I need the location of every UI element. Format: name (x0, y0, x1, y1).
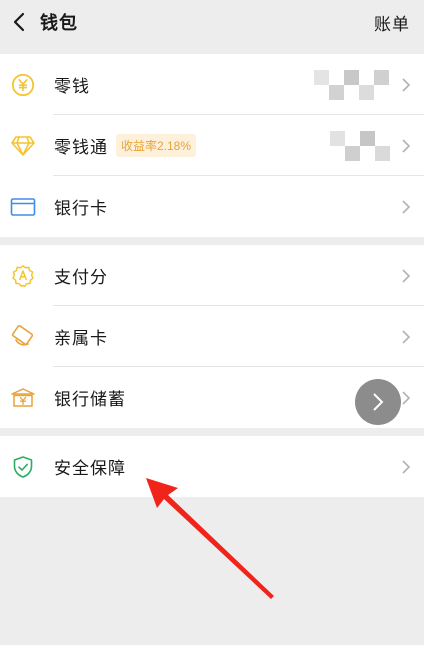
chevron-right-icon (400, 458, 412, 476)
row-pay-score[interactable]: 支付分 (0, 245, 424, 306)
security-label: 安全保障 (54, 459, 126, 478)
change-label: 零钱 (54, 77, 90, 96)
row-licaitong[interactable]: 零钱通 收益率2.18% (0, 115, 424, 176)
hidden-balance (330, 130, 390, 161)
chevron-right-icon (400, 76, 412, 94)
page-title: 钱包 (40, 13, 78, 33)
yield-badge: 收益率2.18% (116, 134, 197, 157)
row-family-card[interactable]: 亲属卡 (0, 306, 424, 367)
bank-icon (10, 385, 36, 411)
wallet-group-1: 零钱 零钱通 收益率2.18% 银行卡 (0, 54, 424, 237)
score-badge-icon (10, 263, 36, 289)
bank-savings-label: 银行储蓄 (54, 390, 126, 409)
floating-assistive-button[interactable] (355, 379, 401, 425)
pay-score-label: 支付分 (54, 268, 108, 287)
diamond-icon (10, 133, 36, 159)
chevron-right-icon (373, 393, 384, 411)
chevron-right-icon (400, 198, 412, 216)
licaitong-label: 零钱通 (54, 138, 108, 157)
bank-card-label: 银行卡 (54, 199, 108, 218)
hidden-balance (314, 69, 389, 100)
chevron-right-icon (400, 328, 412, 346)
wallet-group-3: 安全保障 (0, 436, 424, 497)
row-security[interactable]: 安全保障 (0, 436, 424, 497)
chevron-right-icon (400, 267, 412, 285)
top-bar: 钱包 账单 (0, 0, 424, 44)
chevron-right-icon (400, 137, 412, 155)
chevron-right-icon (400, 389, 412, 407)
yuan-coin-icon (10, 72, 36, 98)
card-icon (10, 194, 36, 220)
shield-check-icon (10, 454, 36, 480)
family-card-icon (10, 324, 36, 350)
family-card-label: 亲属卡 (54, 329, 108, 348)
bill-link[interactable]: 账单 (374, 10, 410, 35)
row-bank-card[interactable]: 银行卡 (0, 176, 424, 237)
back-arrow-icon[interactable] (8, 11, 30, 33)
header-left: 钱包 (8, 9, 78, 35)
row-change[interactable]: 零钱 (0, 54, 424, 115)
